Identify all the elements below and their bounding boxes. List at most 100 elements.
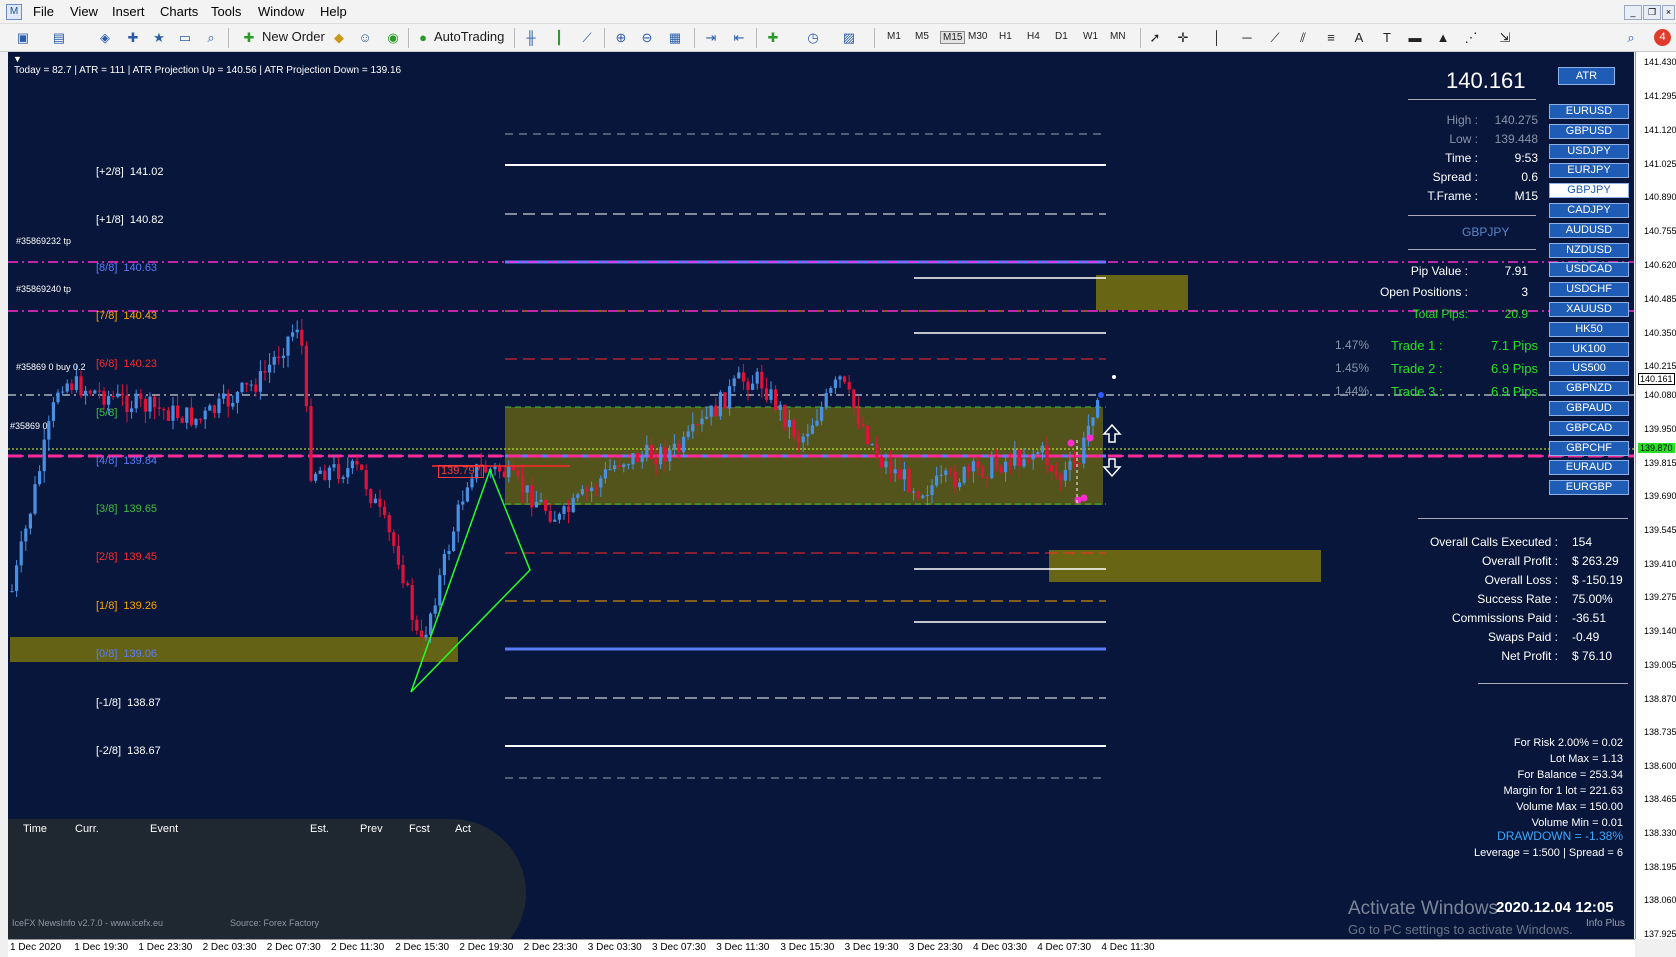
price-tick: 140.161 [1638, 373, 1675, 385]
arrows-icon[interactable]: ⇲ [1496, 29, 1514, 47]
tf-m30[interactable]: M30 [968, 31, 987, 42]
close-icon[interactable]: × [1662, 5, 1675, 20]
symbol-button-uk100[interactable]: UK100 [1549, 341, 1629, 357]
tf-m5[interactable]: M5 [915, 31, 929, 42]
rectangle-icon[interactable]: ▬ [1406, 29, 1424, 47]
new-order-button[interactable]: New Order [262, 27, 325, 49]
tf-h4[interactable]: H4 [1027, 31, 1040, 42]
symbol-button-eurjpy[interactable]: EURJPY [1549, 163, 1629, 179]
tf-h1[interactable]: H1 [999, 31, 1012, 42]
profiles-icon[interactable]: ▤ [50, 29, 68, 47]
vps-icon[interactable]: ◉ [384, 29, 402, 47]
crosshair-icon[interactable]: ✛ [1174, 29, 1192, 47]
symbol-button-nzdusd[interactable]: NZDUSD [1549, 242, 1629, 258]
zoom-out-icon[interactable]: ⊖ [638, 29, 656, 47]
zoom-in-icon[interactable]: ⊕ [612, 29, 630, 47]
cursor-icon[interactable]: ➚ [1146, 29, 1164, 47]
fib-fan-icon[interactable]: ⋰ [1462, 29, 1480, 47]
candle-body [948, 470, 952, 472]
text-icon[interactable]: A [1350, 29, 1368, 47]
news-header-act: Act [455, 823, 471, 835]
triangle-icon[interactable]: ▲ [1434, 29, 1452, 47]
restore-icon[interactable]: ❐ [1643, 5, 1661, 20]
autoscroll-icon[interactable]: ⇤ [730, 29, 748, 47]
candle-body [861, 424, 865, 427]
symbol-button-gbpjpy[interactable]: GBPJPY [1549, 183, 1629, 199]
line-chart-icon[interactable]: ⟋ [578, 29, 596, 47]
meta-editor-icon[interactable]: ◆ [330, 29, 348, 47]
symbol-button-cadjpy[interactable]: CADJPY [1549, 203, 1629, 218]
signals-icon[interactable]: ☺ [356, 29, 374, 47]
text-label-icon[interactable]: T [1378, 29, 1396, 47]
data-window-icon[interactable]: ✚ [124, 29, 142, 47]
menu-tools[interactable]: Tools [211, 4, 241, 19]
indicators-icon[interactable]: ✚ [764, 29, 782, 47]
terminal-icon[interactable]: ▭ [176, 29, 194, 47]
tf-d1[interactable]: D1 [1055, 31, 1068, 42]
candle-body [613, 465, 617, 470]
time-tick: 1 Dec 19:30 [74, 942, 129, 953]
menu-charts[interactable]: Charts [160, 4, 198, 19]
fibonacci-icon[interactable]: ≡ [1322, 29, 1340, 47]
candle-body [1059, 474, 1063, 481]
price-axis[interactable]: 141.430 141.295 141.120 141.025 140.890 140.7… [1635, 52, 1676, 939]
symbol-button-gbpusd[interactable]: GBPUSD [1549, 123, 1629, 139]
candle-body [120, 393, 124, 396]
murrey-level-label: [+1/8] 140.82 [96, 214, 163, 226]
candle-body [999, 466, 1003, 473]
pip-value: 7.91 [1504, 264, 1528, 278]
symbol-button-gbpchf[interactable]: GBPCHF [1549, 440, 1629, 456]
symbol-button-eurgbp[interactable]: EURGBP [1549, 480, 1629, 496]
tester-icon[interactable]: ⌕ [202, 29, 220, 47]
symbol-button-eurusd[interactable]: EURUSD [1549, 104, 1629, 119]
market-watch-icon[interactable]: ◈ [96, 29, 114, 47]
chart-shift-icon[interactable]: ⇥ [702, 29, 720, 47]
candle-body [102, 391, 106, 405]
murrey-level-price: 141.02 [129, 166, 164, 178]
vertical-line-icon[interactable]: │ [1208, 29, 1226, 47]
horizontal-line-icon[interactable]: ─ [1238, 29, 1256, 47]
minimize-icon[interactable]: _ [1624, 5, 1642, 20]
symbol-button-usdcad[interactable]: USDCAD [1549, 262, 1629, 278]
tf-m1[interactable]: M1 [887, 31, 901, 42]
tf-mn[interactable]: MN [1110, 31, 1126, 42]
channel-icon[interactable]: ⫽ [1294, 29, 1312, 47]
menu-window[interactable]: Window [258, 4, 304, 19]
symbol-button-gbpnzd[interactable]: GBPNZD [1549, 381, 1629, 397]
autotrading-button[interactable]: AutoTrading [434, 27, 504, 49]
symbol-button-gbpcad[interactable]: GBPCAD [1549, 420, 1629, 436]
symbol-button-audusd[interactable]: AUDUSD [1549, 222, 1629, 238]
symbol-button-gbpaud[interactable]: GBPAUD [1549, 401, 1629, 416]
bar-chart-icon[interactable]: ╫ [522, 29, 540, 47]
time-axis[interactable]: 1 Dec 2020 1 Dec 19:30 1 Dec 23:30 2 Dec 03… [8, 939, 1635, 957]
periods-icon[interactable]: ◷ [804, 29, 822, 47]
candle-body [1091, 417, 1095, 426]
templates-icon[interactable]: ▨ [840, 29, 858, 47]
menu-help[interactable]: Help [320, 4, 347, 19]
navigator-icon[interactable]: ★ [150, 29, 168, 47]
notification-badge[interactable]: 4 [1654, 29, 1671, 46]
tile-windows-icon[interactable]: ▦ [666, 29, 684, 47]
search-icon[interactable]: ⌕ [1622, 29, 1640, 47]
chart-window[interactable]: Today = 82.7 | ATR = 111 | ATR Projectio… [8, 52, 1634, 939]
symbol-button-euraud[interactable]: EURAUD [1549, 460, 1629, 476]
atr-button[interactable]: ATR [1558, 67, 1615, 85]
dropdown-arrow-icon[interactable]: ▼ [13, 54, 22, 64]
candlestick-icon[interactable]: ┃ [550, 29, 568, 47]
time-tick: 3 Dec 23:30 [908, 942, 963, 953]
menu-insert[interactable]: Insert [112, 4, 145, 19]
murrey-level-price: 140.82 [129, 214, 164, 226]
tf-m15[interactable]: M15 [940, 31, 966, 44]
candle-body [884, 461, 888, 468]
new-chart-icon[interactable]: ▣ [14, 29, 32, 47]
price-chart[interactable] [8, 52, 1634, 939]
trendline-icon[interactable]: ⟋ [1266, 29, 1284, 47]
symbol-button-usdjpy[interactable]: USDJPY [1549, 143, 1629, 159]
symbol-button-usdchf[interactable]: USDCHF [1549, 282, 1629, 298]
menu-file[interactable]: File [33, 4, 54, 19]
menu-view[interactable]: View [70, 4, 98, 19]
symbol-button-hk50[interactable]: HK50 [1549, 321, 1629, 337]
symbol-button-xauusd[interactable]: XAUUSD [1549, 302, 1629, 317]
tf-w1[interactable]: W1 [1083, 31, 1098, 42]
symbol-button-us500[interactable]: US500 [1549, 361, 1629, 377]
